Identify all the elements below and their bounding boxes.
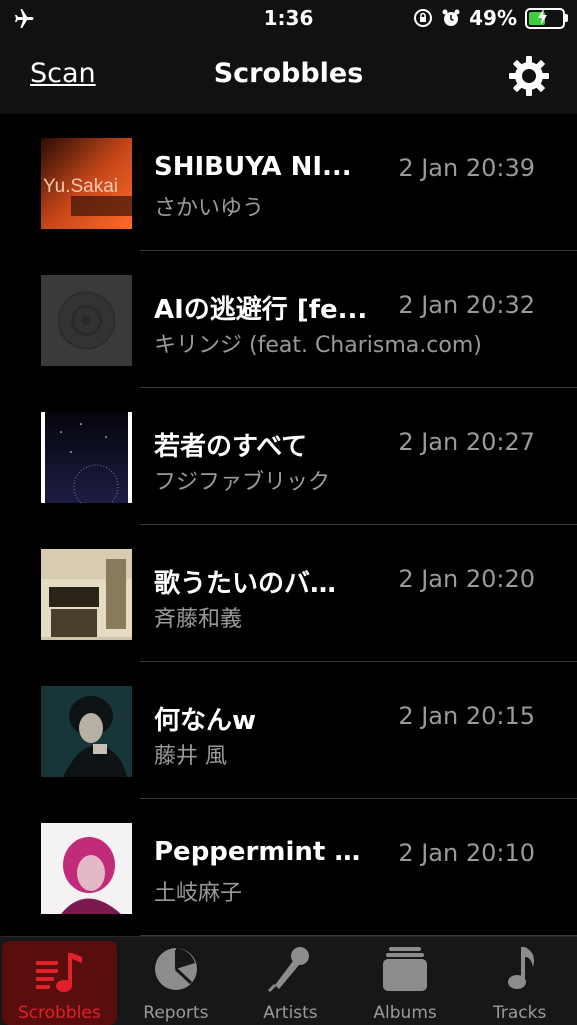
track-title: 何なんw: [154, 706, 257, 736]
tab-bar: Scrobbles Reports Artists Albums Tracks: [0, 936, 577, 1025]
scrobble-row[interactable]: 若者のすべて フジファブリック 2 Jan 20:27: [0, 388, 577, 525]
scrobble-row[interactable]: 何なんw 藤井 風 2 Jan 20:15: [0, 662, 577, 799]
track-artist: 土岐麻子: [154, 881, 243, 906]
track-title: 歌うたいのバ…: [154, 569, 337, 599]
album-art: [41, 412, 132, 503]
track-title: AIの逃避行 [fe...: [154, 295, 368, 325]
tab-label: Reports: [143, 1003, 209, 1023]
track-artist: キリンジ (feat. Charisma.com): [154, 333, 482, 358]
battery-icon: [525, 7, 568, 29]
album-art: [41, 823, 132, 914]
page-title: Scrobbles: [213, 58, 364, 89]
scrobble-date: 2 Jan 20:20: [398, 565, 535, 593]
gear-icon[interactable]: [507, 54, 551, 98]
album-art-text: Yu.Sakai: [43, 176, 118, 197]
scrobble-row[interactable]: 歌うたいのバ… 斉藤和義 2 Jan 20:20: [0, 525, 577, 662]
album-art: Yu.Sakai: [41, 138, 132, 229]
track-artist: 斉藤和義: [154, 607, 243, 632]
scrobble-row[interactable]: Yu.Sakai SHIBUYA NI... さかいゆう 2 Jan 20:39: [0, 114, 577, 251]
scrobble-list[interactable]: Yu.Sakai SHIBUYA NI... さかいゆう 2 Jan 20:39…: [0, 114, 577, 936]
status-right: 49%: [413, 6, 568, 30]
tab-tracks[interactable]: Tracks: [462, 937, 577, 1025]
scrobble-date: 2 Jan 20:27: [398, 428, 535, 456]
tab-label: Tracks: [493, 1003, 547, 1023]
scrobble-date: 2 Jan 20:15: [398, 702, 535, 730]
track-artist: さかいゆう: [154, 196, 265, 221]
tab-label: Albums: [373, 1003, 437, 1023]
track-title: SHIBUYA NI...: [154, 152, 352, 182]
album-art-placeholder: [41, 275, 132, 366]
tab-reports[interactable]: Reports: [119, 937, 234, 1025]
scrobble-row[interactable]: AIの逃避行 [fe... キリンジ (feat. Charisma.com) …: [0, 251, 577, 388]
orientation-lock-icon: [414, 9, 433, 27]
scrobble-date: 2 Jan 20:10: [398, 839, 535, 867]
charging-bolt-icon: [538, 7, 547, 25]
tab-label: Scrobbles: [17, 1003, 101, 1023]
track-title: 若者のすべて: [154, 432, 308, 462]
album-art: [41, 686, 132, 777]
navigation-bar: Scan Scrobbles: [0, 38, 577, 115]
tab-albums[interactable]: Albums: [348, 937, 463, 1025]
album-stack-icon: [383, 947, 428, 991]
track-artist: 藤井 風: [154, 744, 227, 769]
tab-label: Artists: [263, 1003, 318, 1023]
battery-percent: 49%: [469, 6, 517, 30]
music-list-icon: [36, 953, 83, 992]
microphone-icon: [268, 947, 310, 993]
scrobble-row[interactable]: Peppermint T... 土岐麻子 2 Jan 20:10: [0, 799, 577, 936]
music-note-icon: [507, 947, 534, 989]
pie-chart-icon: [154, 948, 197, 990]
scrobble-date: 2 Jan 20:39: [398, 154, 535, 182]
alarm-icon: [442, 9, 460, 26]
track-title: Peppermint T...: [154, 837, 369, 867]
status-bar: 1:36 49%: [0, 0, 577, 38]
track-artist: フジファブリック: [154, 470, 331, 495]
album-art: [41, 549, 132, 640]
tab-scrobbles[interactable]: Scrobbles: [2, 941, 117, 1025]
tab-artists[interactable]: Artists: [233, 937, 348, 1025]
scrobble-date: 2 Jan 20:32: [398, 291, 535, 319]
